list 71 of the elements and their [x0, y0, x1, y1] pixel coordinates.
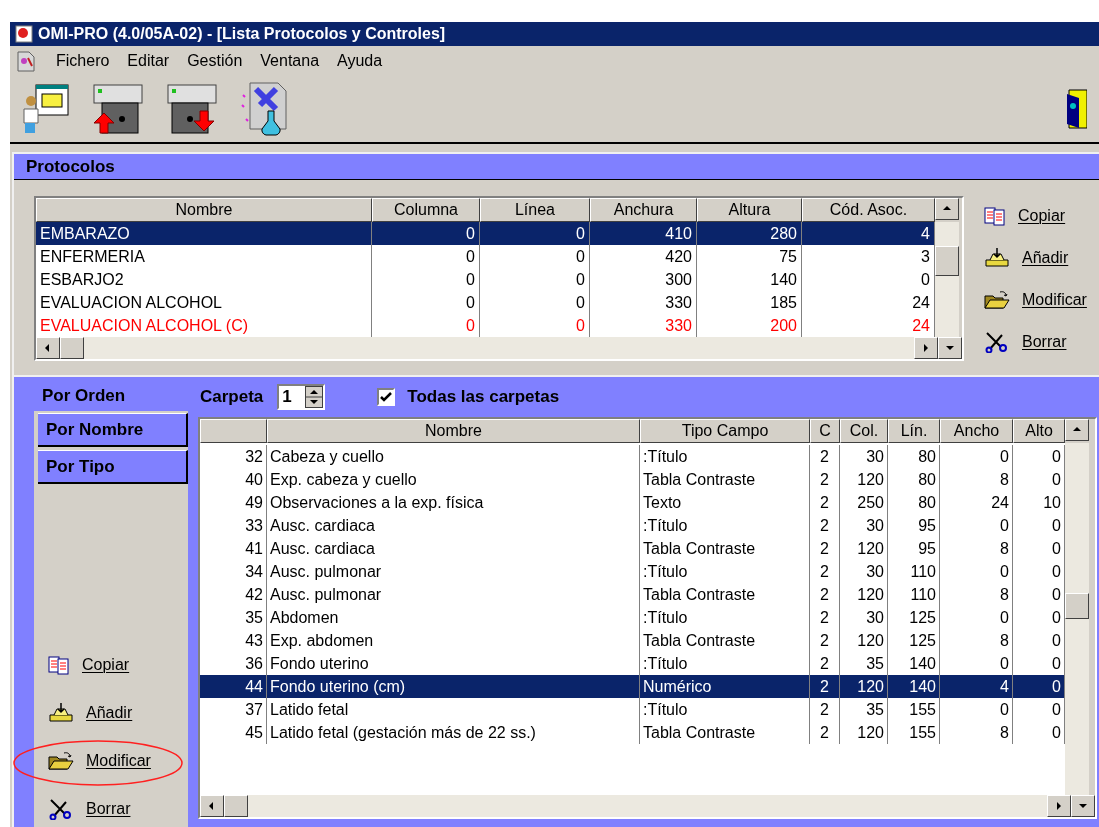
- tray-arrow-icon: [48, 703, 74, 723]
- scissors-icon: [48, 798, 74, 820]
- table-cell: 155: [888, 721, 940, 744]
- sort-tab[interactable]: Por Tipo: [38, 450, 188, 484]
- scroll-arrow-button[interactable]: [1065, 419, 1089, 441]
- table-cell: 8: [940, 721, 1013, 744]
- disk-download-icon[interactable]: [166, 83, 218, 135]
- user-screen-icon[interactable]: [22, 83, 70, 135]
- action-button[interactable]: Copiar: [44, 649, 134, 681]
- window-title: OMI-PRO (4.0/05A-02) - [Lista Protocolos y Controles]: [38, 24, 446, 44]
- checkbox[interactable]: [377, 388, 396, 406]
- menu-item[interactable]: Fichero: [56, 49, 110, 73]
- spinner-arrows-icon: [305, 386, 324, 408]
- open-folder-icon: [48, 751, 74, 771]
- column-header[interactable]: Nombre: [36, 198, 372, 222]
- table-cell: 45: [200, 721, 267, 744]
- column-header[interactable]: C: [810, 419, 840, 443]
- action-button[interactable]: Añadir: [44, 697, 137, 729]
- document-icon: [14, 50, 38, 72]
- column-header[interactable]: Anchura: [590, 198, 697, 222]
- column-header[interactable]: Altura: [697, 198, 802, 222]
- scissors-icon: [984, 331, 1010, 353]
- tray-arrow-icon: [984, 248, 1010, 268]
- table-cell: Latido fetal (gestación más de 22 ss.): [267, 721, 640, 744]
- column-header[interactable]: Línea: [480, 198, 590, 222]
- copy-icon: [984, 206, 1006, 226]
- scroll-arrow-button[interactable]: [1047, 795, 1071, 817]
- menu-item[interactable]: Ventana: [260, 49, 320, 73]
- table-cell: Tabla Contraste: [640, 721, 810, 744]
- sort-tab[interactable]: Por Nombre: [38, 413, 188, 447]
- column-header[interactable]: Alto: [1013, 419, 1065, 443]
- scroll-thumb[interactable]: [935, 246, 959, 276]
- scroll-thumb[interactable]: [60, 337, 84, 359]
- action-button[interactable]: Borrar: [44, 793, 135, 825]
- scroll-arrow-button[interactable]: [914, 337, 938, 359]
- menu-item[interactable]: Gestión: [187, 49, 243, 73]
- app-icon: [14, 24, 34, 44]
- exit-door-icon[interactable]: [1065, 88, 1087, 130]
- column-header[interactable]: Col.: [840, 419, 888, 443]
- column-header[interactable]: [200, 419, 267, 443]
- table-cell: 120: [840, 721, 888, 744]
- scroll-thumb[interactable]: [1065, 593, 1089, 619]
- scroll-arrow-button[interactable]: [935, 198, 959, 220]
- action-button[interactable]: Copiar: [980, 200, 1070, 232]
- table-row[interactable]: 44 Fondo uterino (cm) Numérico 2 120 140 4 0: [200, 675, 1065, 698]
- scroll-arrow-button[interactable]: [938, 337, 962, 359]
- disk-upload-icon[interactable]: [92, 83, 144, 135]
- scroll-arrow-button[interactable]: [200, 795, 224, 817]
- copy-icon: [48, 655, 70, 675]
- scroll-thumb[interactable]: [224, 795, 248, 817]
- scroll-arrow-button[interactable]: [36, 337, 60, 359]
- open-folder-icon: [984, 290, 1010, 310]
- table-row[interactable]: EMBARAZO 0 0 410 280 4: [36, 222, 935, 245]
- scroll-arrow-button[interactable]: [1071, 795, 1095, 817]
- checkbox-label: Todas las carpetas: [407, 386, 560, 409]
- table-cell: 2: [810, 721, 840, 744]
- menu-item[interactable]: Ayuda: [337, 49, 383, 73]
- folder-label: Carpeta: [200, 386, 264, 409]
- action-button[interactable]: Modificar: [980, 284, 1091, 316]
- column-header[interactable]: Nombre: [267, 419, 640, 443]
- menu-item[interactable]: Editar: [127, 49, 170, 73]
- column-header[interactable]: Columna: [372, 198, 480, 222]
- column-header[interactable]: Cód. Asoc.: [802, 198, 935, 222]
- column-header[interactable]: Tipo Campo: [640, 419, 810, 443]
- column-header[interactable]: Lín.: [888, 419, 940, 443]
- folder-spinner[interactable]: 1: [277, 384, 326, 410]
- action-button[interactable]: Borrar: [980, 326, 1071, 358]
- check-icon: [380, 391, 393, 403]
- column-header[interactable]: Ancho: [940, 419, 1013, 443]
- action-button[interactable]: Añadir: [980, 242, 1073, 274]
- sort-tab[interactable]: Por Orden: [34, 377, 188, 411]
